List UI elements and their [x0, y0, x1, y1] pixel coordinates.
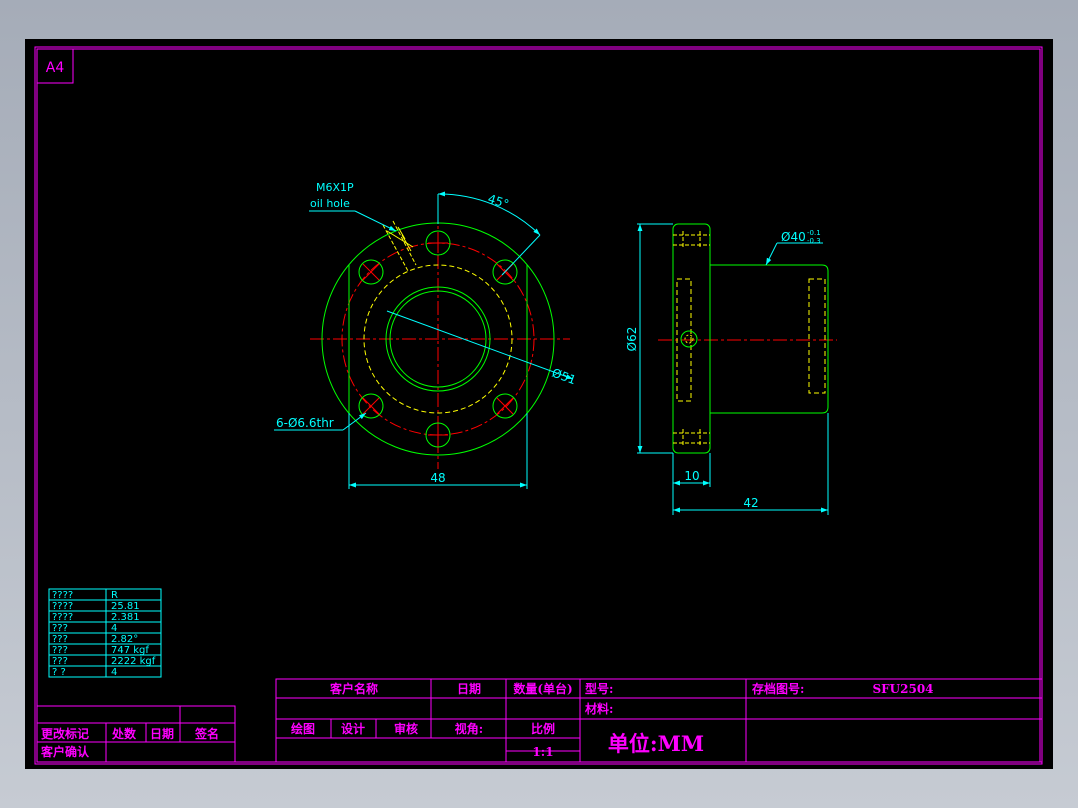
sheet-outer-border [34, 46, 1043, 765]
diameter-label: Ø51 [550, 366, 578, 388]
spec-table-value: R [111, 590, 118, 601]
bolt-hole [358, 393, 384, 419]
spec-table-value: 4 [111, 667, 117, 678]
angle-label: 45° [486, 192, 511, 212]
spec-table-name: ???? [52, 590, 73, 601]
spec-table-name: ??? [52, 634, 68, 645]
signature-label: 签名 [194, 726, 219, 741]
spec-table-name: ???? [52, 612, 73, 623]
oil-hole-label: oil hole [310, 197, 350, 210]
customer-confirm-label: 客户确认 [40, 744, 90, 759]
thread-leader-diagonal [354, 210, 397, 232]
checked-label: 审核 [394, 721, 418, 736]
outer-diameter-label: Ø62 [625, 327, 639, 352]
side-oil-hole [680, 330, 698, 348]
width-label: 48 [430, 471, 445, 485]
spec-table-name: ???? [52, 601, 73, 612]
archive-no-label: 存档图号: [751, 681, 804, 696]
side-view: Ø62 Ø40 -0.1 -0.3 10 42 [625, 223, 837, 515]
sheet-inner-border [36, 48, 1041, 763]
length-label: 42 [743, 496, 758, 510]
drawn-label: 绘图 [291, 721, 315, 736]
size-label: A4 [46, 60, 65, 76]
customer-name-label: 客户名称 [329, 681, 378, 696]
bolt-hole [492, 393, 518, 419]
angle-ext-diagonal [501, 234, 541, 276]
spec-table-value: 4 [111, 623, 117, 634]
flange-width-label: 10 [684, 469, 699, 483]
cad-drawing: A4 M6X1P oil hole 45° Ø51 6-Ø6.6thr 48 Ø… [34, 46, 1043, 765]
diameter-dim-line [386, 310, 574, 380]
oil-hole [382, 220, 417, 272]
designed-label: 设计 [341, 721, 365, 736]
front-view: M6X1P oil hole 45° Ø51 6-Ø6.6thr 48 [274, 181, 578, 489]
spec-table-value: 2222 kgf [111, 656, 156, 667]
revision-date-label: 日期 [150, 726, 174, 741]
spec-table-value: 747 kgf [111, 645, 149, 656]
body-diameter-label: Ø40 [781, 230, 806, 244]
change-mark-label: 更改标记 [41, 726, 89, 741]
tolerance-lower: -0.3 [807, 237, 821, 245]
title-date-label: 日期 [457, 681, 481, 696]
spec-table-value: 25.81 [111, 601, 140, 612]
cad-viewport[interactable]: A4 M6X1P oil hole 45° Ø51 6-Ø6.6thr 48 Ø… [25, 39, 1053, 769]
material-label: 材料: [584, 701, 613, 716]
thread-label: M6X1P [316, 181, 354, 194]
bolt-hole [425, 422, 451, 448]
bolt-hole [425, 230, 451, 256]
scale-value: 1:1 [532, 745, 553, 759]
spec-table-name: ??? [52, 656, 68, 667]
bolt-hole [358, 259, 384, 285]
body-dia-leader [765, 242, 778, 266]
count-label: 处数 [111, 726, 137, 741]
unit-label: 单位:MM [608, 731, 704, 756]
spec-table-name: ??? [52, 623, 68, 634]
spec-table-value: 2.381 [111, 612, 140, 623]
scale-label: 比例 [531, 721, 555, 736]
quantity-label: 数量(单台) [513, 681, 572, 696]
view-angle-label: 视角: [455, 721, 483, 736]
spec-table-value: 2.82° [111, 634, 138, 645]
model-label: 型号: [585, 681, 613, 696]
side-body [710, 264, 829, 414]
holes-label: 6-Ø6.6thr [276, 416, 334, 430]
tolerance-upper: -0.1 [807, 229, 821, 237]
spec-table: ???? R???? 25.81???? 2.381??? 4??? 2.82°??? 74… [48, 588, 162, 678]
archive-no-value: SFU2504 [872, 682, 933, 696]
spec-table-name: ? ? [52, 667, 66, 678]
spec-table-name: ??? [52, 645, 68, 656]
